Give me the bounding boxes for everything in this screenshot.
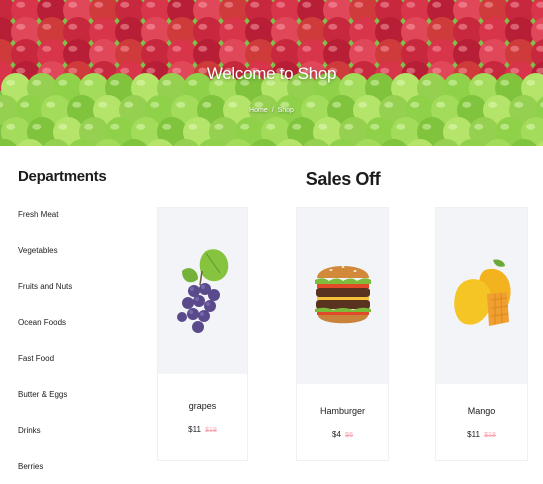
department-item-berries[interactable]: Berries	[18, 461, 138, 484]
current-price: $11	[467, 430, 480, 439]
product-name[interactable]: Mango	[436, 406, 527, 416]
breadcrumb-current: Shop	[277, 107, 294, 114]
product-image-box[interactable]	[436, 208, 527, 384]
product-card-grapes[interactable]: grapes $11 $18	[157, 207, 248, 461]
department-item-fruits-and-nuts[interactable]: Fruits and Nuts	[18, 281, 138, 317]
sales-off-title: Sales Off	[305, 169, 381, 189]
old-price: $18	[484, 432, 496, 439]
product-card-mango[interactable]: Mango $11 $18	[435, 207, 528, 461]
current-price: $4	[332, 430, 341, 439]
department-item-fast-food[interactable]: Fast Food	[18, 353, 138, 389]
current-price: $11	[188, 425, 201, 434]
departments-title: Departments	[18, 168, 107, 185]
product-name[interactable]: grapes	[158, 401, 247, 411]
hero-title: Welcome to Shop	[206, 64, 337, 83]
grapes-icon	[176, 249, 228, 333]
old-price: $6	[345, 432, 353, 439]
department-item-ocean-foods[interactable]: Ocean Foods	[18, 317, 138, 353]
product-price: $11 $18	[158, 425, 247, 434]
hero-banner: Welcome to Shop Home / Shop	[0, 0, 543, 146]
old-price: $18	[205, 427, 217, 434]
department-item-drinks[interactable]: Drinks	[18, 425, 138, 461]
departments-sidebar: Departments Fresh Meat Vegetables Fruits…	[18, 168, 138, 484]
product-price: $4 $6	[297, 430, 388, 439]
mango-icon	[453, 259, 511, 326]
product-price: $11 $18	[436, 430, 527, 439]
product-image-box[interactable]	[158, 208, 247, 374]
department-item-fresh-meat[interactable]: Fresh Meat	[18, 209, 138, 245]
product-image-box[interactable]	[297, 208, 388, 384]
department-item-butter-eggs[interactable]: Butter & Eggs	[18, 389, 138, 425]
departments-list: Fresh Meat Vegetables Fruits and Nuts Oc…	[18, 209, 138, 484]
breadcrumb-home-link[interactable]: Home	[249, 107, 268, 114]
breadcrumb: Home / Shop	[0, 107, 543, 114]
department-item-vegetables[interactable]: Vegetables	[18, 245, 138, 281]
product-card-hamburger[interactable]: Hamburger $4 $6	[296, 207, 389, 461]
breadcrumb-separator: /	[271, 107, 274, 114]
product-name[interactable]: Hamburger	[297, 406, 388, 416]
hamburger-icon	[314, 266, 371, 324]
